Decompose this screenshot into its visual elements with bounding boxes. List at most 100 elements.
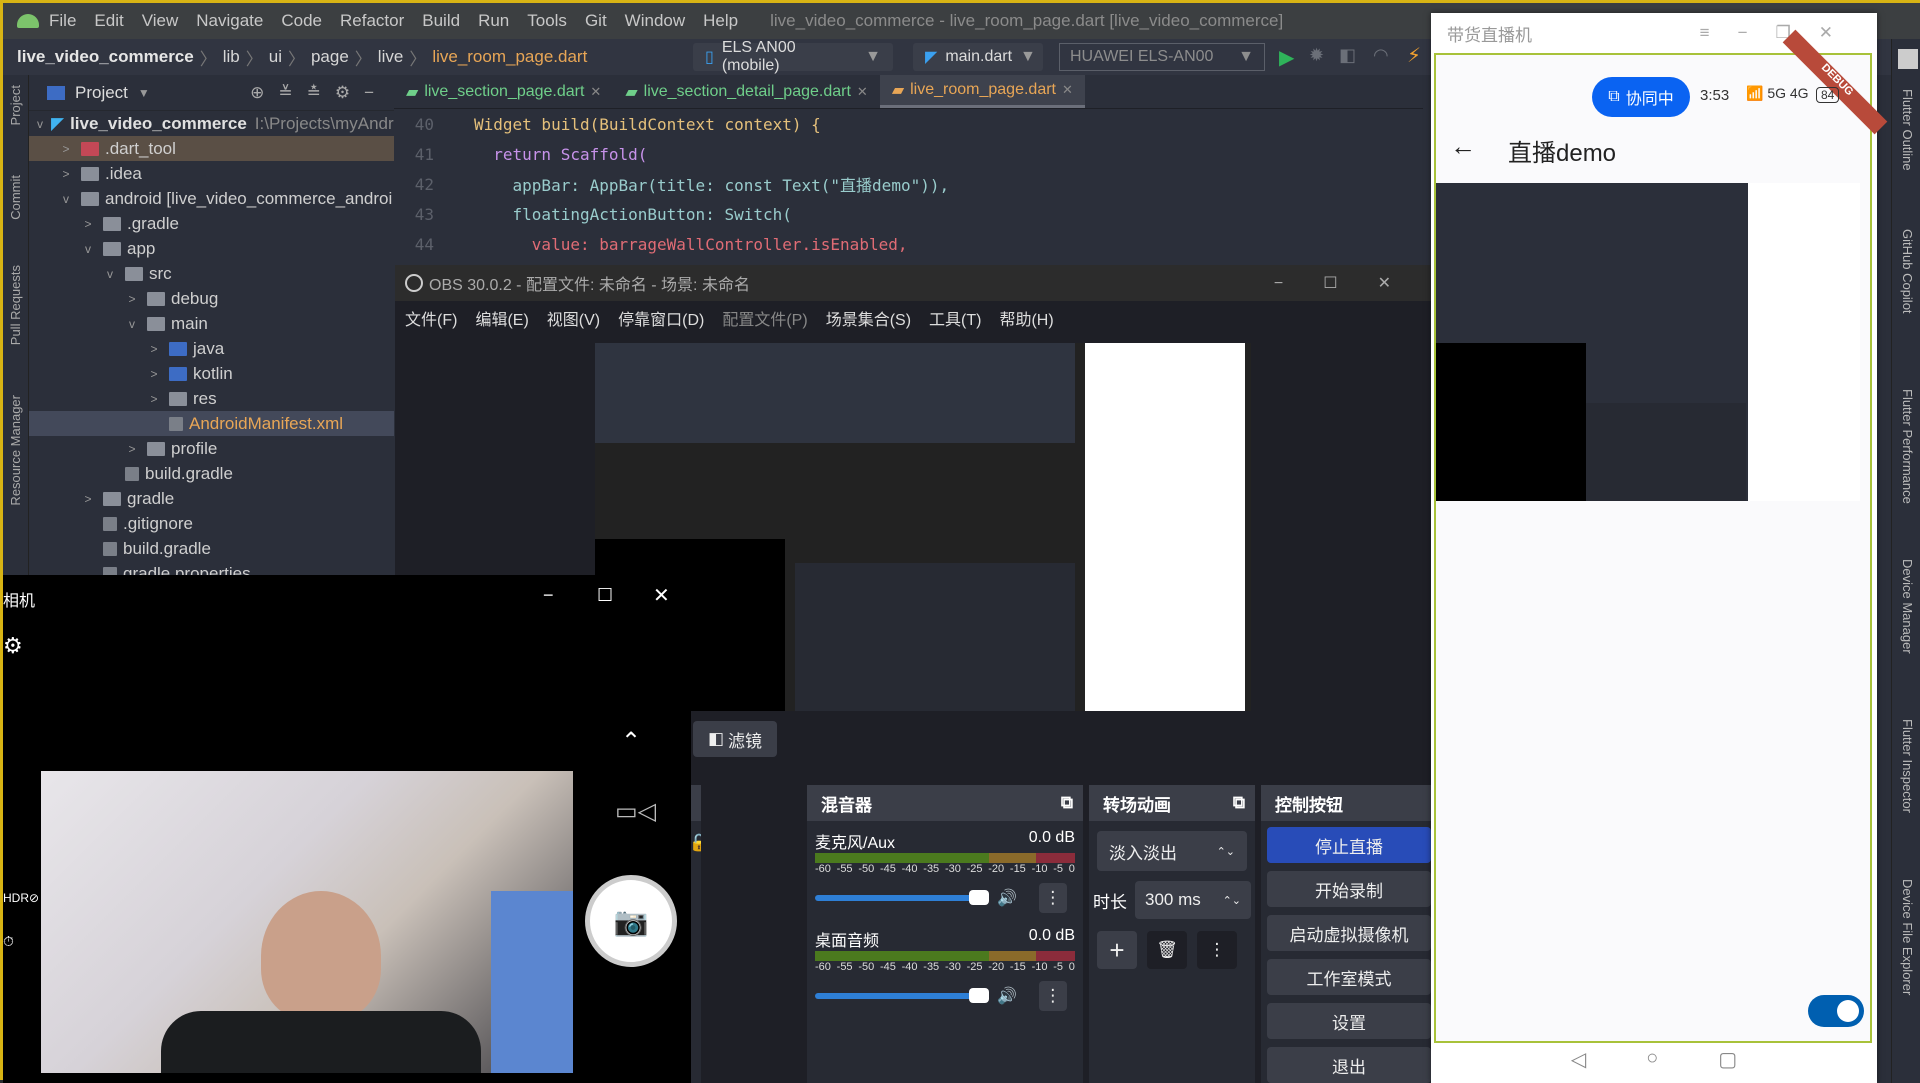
speaker-icon[interactable]: 🔊 <box>997 888 1017 908</box>
speaker-icon[interactable]: 🔊 <box>997 986 1017 1006</box>
obs-menu-item[interactable]: 视图(V) <box>547 306 600 330</box>
minimize-icon[interactable]: − <box>543 585 554 606</box>
menu-navigate[interactable]: Navigate <box>196 11 263 31</box>
slider-handle[interactable] <box>969 890 989 905</box>
control-button[interactable]: 停止直播 <box>1267 827 1431 863</box>
phone-screen[interactable]: DEBUG ⧉ 协同中 3:53 📶 5G 4G 84 ← 直播demo <box>1434 29 1888 1043</box>
control-button[interactable]: 启动虚拟摄像机 <box>1267 915 1431 951</box>
control-button[interactable]: 退出 <box>1267 1047 1431 1083</box>
tool-resource-manager[interactable]: Resource Manager <box>8 395 23 506</box>
tree-item[interactable]: v app <box>29 236 394 261</box>
tool-device-manager[interactable]: Device Manager <box>1900 559 1915 654</box>
delete-transition-button[interactable]: 🗑 <box>1147 931 1187 969</box>
avatar[interactable] <box>1898 49 1918 69</box>
tree-item[interactable]: AndroidManifest.xml <box>29 411 394 436</box>
device-selector[interactable]: ▯ ELS AN00 (mobile) ▼ <box>693 39 893 74</box>
code-line[interactable]: 42 appBar: AppBar(title: const Text("直播d… <box>394 169 1423 199</box>
nav-recents-icon[interactable]: ▢ <box>1718 1047 1737 1083</box>
code-lines[interactable]: 40 Widget build(BuildContext context) {41… <box>394 109 1423 259</box>
tree-item[interactable]: > profile <box>29 436 394 461</box>
transition-select[interactable]: 淡入淡出 ⌃⌄ <box>1097 831 1247 871</box>
tool-project[interactable]: Project <box>8 85 23 125</box>
hdr-off-icon[interactable]: HDR⊘ <box>3 891 39 905</box>
control-button[interactable]: 工作室模式 <box>1267 959 1431 995</box>
phone-window-controls[interactable]: ≡−❐✕ <box>1700 23 1861 43</box>
channel-more-button[interactable]: ⋮ <box>1038 883 1067 913</box>
nav-back-icon[interactable]: ◁ <box>1571 1047 1586 1083</box>
menu-refactor[interactable]: Refactor <box>340 11 404 31</box>
tree-item[interactable]: > .idea <box>29 161 394 186</box>
source-filters-button[interactable]: ◧ 滤镜 <box>693 721 777 757</box>
tree-root[interactable]: v ◤ live_video_commerce I:\Projects\myAn… <box>29 111 403 136</box>
tree-item[interactable]: > .dart_tool <box>29 136 394 161</box>
debug-icon[interactable]: ✹ <box>1309 45 1324 66</box>
close-icon[interactable]: ✕ <box>857 84 868 100</box>
close-icon[interactable]: ✕ <box>1062 82 1073 98</box>
tab-live-section-page-dart[interactable]: ▰ live_section_page.dart ✕ <box>394 75 613 108</box>
control-button[interactable]: 开始录制 <box>1267 871 1431 907</box>
back-arrow-icon[interactable]: ← <box>1450 131 1476 162</box>
project-toolbar-icons[interactable]: ⊕≚≛⚙− <box>250 83 394 103</box>
more-button[interactable]: ⋮ <box>1197 931 1237 969</box>
code-editor[interactable]: ▰ live_section_page.dart ✕ ▰ live_section_de… <box>394 75 1423 265</box>
tree-item[interactable]: .gitignore <box>29 511 394 536</box>
breadcrumb-item[interactable]: ui <box>269 47 282 67</box>
project-view-select[interactable]: Project <box>75 83 128 103</box>
tree-item[interactable]: > debug <box>29 286 394 311</box>
tool-flutter-outline[interactable]: Flutter Outline <box>1900 89 1915 171</box>
close-icon[interactable]: ✕ <box>653 583 670 608</box>
menu-file[interactable]: File <box>49 11 76 31</box>
gear-icon[interactable]: ⚙ <box>3 633 23 659</box>
close-icon[interactable]: ✕ <box>590 84 601 100</box>
breadcrumb-item[interactable]: live_room_page.dart <box>432 47 587 67</box>
duration-input[interactable]: 300 ms ⌃⌄ <box>1135 881 1251 919</box>
obs-menu-item[interactable]: 配置文件(P) <box>722 306 807 330</box>
maximize-icon[interactable]: ☐ <box>597 585 613 606</box>
tree-item[interactable]: build.gradle <box>29 536 394 561</box>
obs-menu-item[interactable]: 编辑(E) <box>475 306 528 330</box>
video-mode-icon[interactable]: ▭◁ <box>615 797 656 826</box>
tree-item[interactable]: > res <box>29 386 394 411</box>
obs-menu-item[interactable]: 场景集合(S) <box>826 306 911 330</box>
slider-handle[interactable] <box>969 988 989 1003</box>
tree-item[interactable]: > java <box>29 336 394 361</box>
menu-window[interactable]: Window <box>625 11 685 31</box>
menu-git[interactable]: Git <box>585 11 607 31</box>
code-line[interactable]: 44 value: barrageWallController.isEnable… <box>394 229 1423 259</box>
chevron-up-icon[interactable]: ⌃ <box>621 727 641 756</box>
tree-item[interactable]: > .gradle <box>29 211 394 236</box>
tree-item[interactable]: > kotlin <box>29 361 394 386</box>
barrage-switch[interactable] <box>1808 995 1864 1027</box>
menu-code[interactable]: Code <box>281 11 322 31</box>
tool-pull-requests[interactable]: Pull Requests <box>8 265 23 345</box>
breadcrumb-item[interactable]: live_video_commerce <box>17 47 194 67</box>
timer-off-icon[interactable]: ⏱ <box>3 933 14 950</box>
coverage-icon[interactable]: ◧ <box>1339 45 1356 66</box>
code-line[interactable]: 43 floatingActionButton: Switch( <box>394 199 1423 229</box>
breadcrumb-item[interactable]: live <box>378 47 404 67</box>
menu-view[interactable]: View <box>142 11 179 31</box>
run-config-selector[interactable]: ◤ main.dart ▼ <box>913 43 1043 71</box>
obs-preview[interactable] <box>595 343 1251 711</box>
target-device-select[interactable]: HUAWEI ELS-AN00 ▼ <box>1059 43 1265 71</box>
tool-device-file-explorer[interactable]: Device File Explorer <box>1900 879 1915 995</box>
menu-edit[interactable]: Edit <box>94 11 123 31</box>
tab-live-room-page-dart[interactable]: ▰ live_room_page.dart ✕ <box>879 75 1085 108</box>
collab-status-pill[interactable]: ⧉ 协同中 <box>1592 77 1690 117</box>
menu-tools[interactable]: Tools <box>527 11 567 31</box>
tree-item[interactable]: v main <box>29 311 394 336</box>
control-button[interactable]: 设置 <box>1267 1003 1431 1039</box>
code-line[interactable]: 40 Widget build(BuildContext context) { <box>394 109 1423 139</box>
undock-icon[interactable]: ⧉ <box>1061 793 1073 813</box>
channel-more-button[interactable]: ⋮ <box>1038 981 1067 1011</box>
obs-menu-item[interactable]: 文件(F) <box>405 306 457 330</box>
tool-flutter-inspector[interactable]: Flutter Inspector <box>1900 719 1915 813</box>
tree-item[interactable]: v android [live_video_commerce_androi <box>29 186 394 211</box>
menu-help[interactable]: Help <box>703 11 738 31</box>
obs-window-controls[interactable]: −☐✕ <box>1274 273 1431 293</box>
menu-run[interactable]: Run <box>478 11 509 31</box>
obs-menu-item[interactable]: 停靠窗口(D) <box>618 306 704 330</box>
shutter-button[interactable]: 📷 <box>585 875 677 967</box>
volume-slider[interactable] <box>815 988 989 1003</box>
tree-item[interactable]: > gradle <box>29 486 394 511</box>
